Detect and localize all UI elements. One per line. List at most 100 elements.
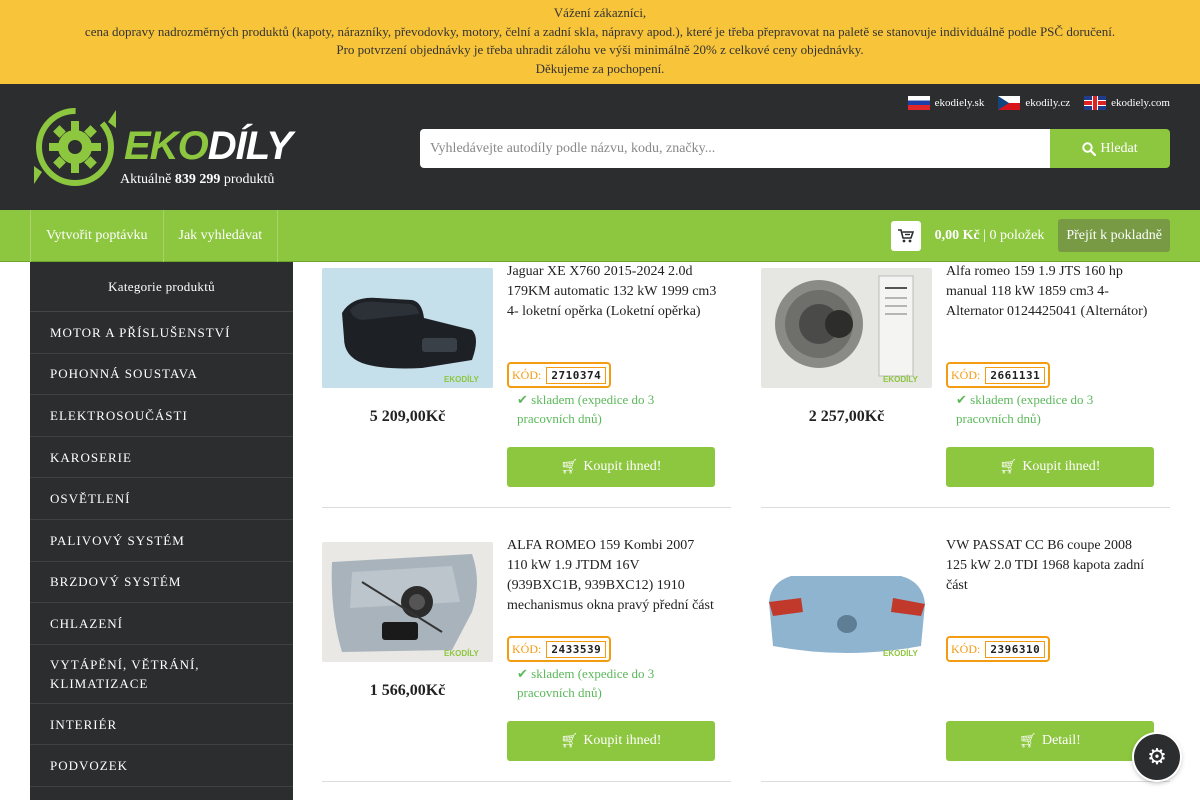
buy-button-label: Koupit ihned!: [1022, 459, 1101, 474]
lang-cz[interactable]: ekodily.cz: [998, 96, 1070, 110]
language-switcher: ekodiely.sk ekodily.cz ekodiely.com: [907, 96, 1170, 110]
detail-button-label: Detail!: [1041, 733, 1081, 748]
nav-how-to-search[interactable]: Jak vyhledávat: [164, 210, 279, 262]
nav-create-inquiry[interactable]: Vytvořit poptávku: [30, 210, 164, 262]
product-image[interactable]: EKODÍLY: [322, 542, 493, 662]
cart-amount: 0,00 Kč: [934, 227, 980, 243]
main-nav: Vytvořit poptávku Jak vyhledávat 0,00 Kč…: [0, 210, 1200, 262]
checkout-button[interactable]: Přejít k pokladně: [1058, 219, 1170, 252]
cart-icon: 🛒︎: [1019, 733, 1037, 749]
search-button[interactable]: Hledat: [1050, 129, 1170, 168]
product-code-badge: KÓD: 2433539: [507, 636, 612, 662]
lang-label: ekodiely.com: [1111, 97, 1170, 109]
product-price: 2 257,00Kč: [808, 408, 885, 425]
product-code-badge: KÓD: 2396310: [946, 636, 1051, 662]
armrest-photo: EKODÍLY: [322, 268, 493, 388]
logo-dily: DÍLY: [207, 124, 293, 168]
product-title[interactable]: Jaguar XE X760 2015-2024 2.0d 179KM auto…: [507, 262, 717, 322]
svg-text:EKODÍLY: EKODÍLY: [444, 649, 479, 658]
buy-now-button[interactable]: 🛒︎ Koupit ihned!: [507, 447, 715, 487]
cart-separator: |: [983, 227, 987, 243]
lang-sk[interactable]: ekodiely.sk: [907, 96, 984, 110]
product-card: EKODÍLY 1 566,00Kč ALFA ROMEO 159 Kombi …: [322, 536, 731, 782]
stock-text: skladem (expedice do 3 pracovních dnů): [517, 392, 655, 426]
sidebar-title: Kategorie produktů: [30, 262, 293, 312]
code-label: KÓD:: [512, 367, 542, 382]
product-image[interactable]: EKODÍLY: [761, 268, 932, 388]
product-image[interactable]: EKODÍLY: [322, 268, 493, 388]
product-price: 5 209,00Kč: [369, 408, 446, 425]
logo-wordmark: EKODÍLY: [124, 124, 293, 169]
notice-line: Vážení zákazníci,: [553, 5, 647, 20]
search-button-label: Hledat: [1100, 140, 1138, 156]
cart-items-count: 0 položek: [989, 227, 1045, 243]
notice-line: cena dopravy nadrozměrných produktů (kap…: [84, 23, 1116, 39]
product-title[interactable]: VW PASSAT CC B6 coupe 2008 125 kW 2.0 TD…: [946, 536, 1156, 596]
buy-now-button[interactable]: 🛒︎ Koupit ihned!: [507, 721, 715, 761]
category-drivetrain[interactable]: POHONNÁ SOUSTAVA: [30, 354, 293, 396]
stock-status: ✔ skladem (expedice do 3 pracovních dnů): [517, 390, 687, 428]
stock-status: ✔ skladem (expedice do 3 pracovních dnů): [956, 390, 1126, 428]
code-label: KÓD:: [951, 367, 981, 382]
notice-line: Děkujeme za pochopení.: [535, 60, 665, 76]
cart-widget: 0,00 Kč | 0 položek Přejít k pokladně: [890, 219, 1170, 252]
svg-text:EKODÍLY: EKODÍLY: [444, 375, 479, 384]
code-label: KÓD:: [951, 641, 981, 656]
category-chassis[interactable]: PODVOZEK: [30, 745, 293, 787]
category-interior[interactable]: INTERIÉR: [30, 704, 293, 746]
category-sidebar: Kategorie produktů MOTOR A PŘÍSLUŠENSTVÍ…: [30, 262, 293, 800]
settings-button[interactable]: ⚙: [1134, 734, 1180, 780]
category-hvac[interactable]: VYTÁPĚNÍ, VĚTRÁNÍ, KLIMATIZACE: [30, 645, 293, 704]
stock-status: ✔ skladem (expedice do 3 pracovních dnů): [517, 664, 687, 702]
category-electrical[interactable]: ELEKTROSOUČÁSTI: [30, 395, 293, 437]
count-suffix: produktů: [223, 172, 275, 187]
buy-now-button[interactable]: 🛒︎ Koupit ihned!: [946, 447, 1154, 487]
code-value: 2433539: [546, 640, 607, 658]
site-header: EKODÍLY Aktuálně 839 299 produktů ekodie…: [0, 84, 1200, 210]
category-brake-system[interactable]: BRZDOVÝ SYSTÉM: [30, 562, 293, 604]
czech-flag-icon: [998, 96, 1021, 110]
window-regulator-photo: EKODÍLY: [322, 542, 493, 662]
category-cooling[interactable]: CHLAZENÍ: [30, 603, 293, 645]
code-value: 2661131: [985, 366, 1046, 384]
checkmark-icon: ✔: [956, 392, 967, 407]
product-code-badge: KÓD: 2710374: [507, 362, 612, 388]
gear-icon: ⚙: [1147, 744, 1167, 769]
uk-flag-icon: [1084, 96, 1107, 110]
cart-summary[interactable]: 0,00 Kč | 0 položek: [935, 228, 1045, 244]
product-card: EKODÍLY 2 257,00Kč Alfa romeo 159 1.9 JT…: [761, 262, 1170, 508]
notice-bar: Vážení zákazníci, cena dopravy nadrozměr…: [0, 0, 1200, 84]
product-title[interactable]: ALFA ROMEO 159 Kombi 2007 110 kW 1.9 JTD…: [507, 536, 717, 616]
cart-icon[interactable]: [890, 220, 921, 251]
buy-button-label: Koupit ihned!: [583, 459, 662, 474]
search-bar: Hledat: [420, 129, 1170, 168]
product-code-badge: KÓD: 2661131: [946, 362, 1051, 388]
stock-text: skladem (expedice do 3 pracovních dnů): [517, 666, 655, 700]
stock-text: skladem (expedice do 3 pracovních dnů): [956, 392, 1094, 426]
product-image[interactable]: EKODÍLY: [761, 542, 932, 662]
product-price: 1 566,00Kč: [369, 682, 446, 699]
lang-com[interactable]: ekodiely.com: [1084, 96, 1170, 110]
trunk-lid-photo: EKODÍLY: [761, 542, 932, 662]
svg-text:EKODÍLY: EKODÍLY: [883, 649, 918, 658]
category-engine[interactable]: MOTOR A PŘÍSLUŠENSTVÍ: [30, 312, 293, 354]
alternator-photo: EKODÍLY: [761, 268, 932, 388]
category-body[interactable]: KAROSERIE: [30, 437, 293, 479]
logo-eko: EKO: [124, 124, 209, 168]
detail-button[interactable]: 🛒︎ Detail!: [946, 721, 1154, 761]
code-label: KÓD:: [512, 641, 542, 656]
count-value: 839 299: [174, 172, 221, 187]
checkmark-icon: ✔: [517, 666, 528, 681]
cart-icon: 🛒︎: [560, 459, 579, 475]
search-icon: [1082, 141, 1097, 156]
category-lighting[interactable]: OSVĚTLENÍ: [30, 478, 293, 520]
nav-links: Vytvořit poptávku Jak vyhledávat: [30, 210, 279, 262]
product-card: EKODÍLY 5 209,00Kč Jaguar XE X760 2015-2…: [322, 262, 731, 508]
product-title[interactable]: Alfa romeo 159 1.9 JTS 160 hp manual 118…: [946, 262, 1156, 322]
cart-icon: 🛒︎: [999, 459, 1018, 475]
lang-label: ekodily.cz: [1025, 97, 1071, 109]
product-card: EKODÍLY VW PASSAT CC B6 coupe 2008 125 k…: [761, 536, 1170, 782]
checkmark-icon: ✔: [517, 392, 528, 407]
category-fuel-system[interactable]: PALIVOVÝ SYSTÉM: [30, 520, 293, 562]
search-input[interactable]: [420, 129, 1050, 168]
